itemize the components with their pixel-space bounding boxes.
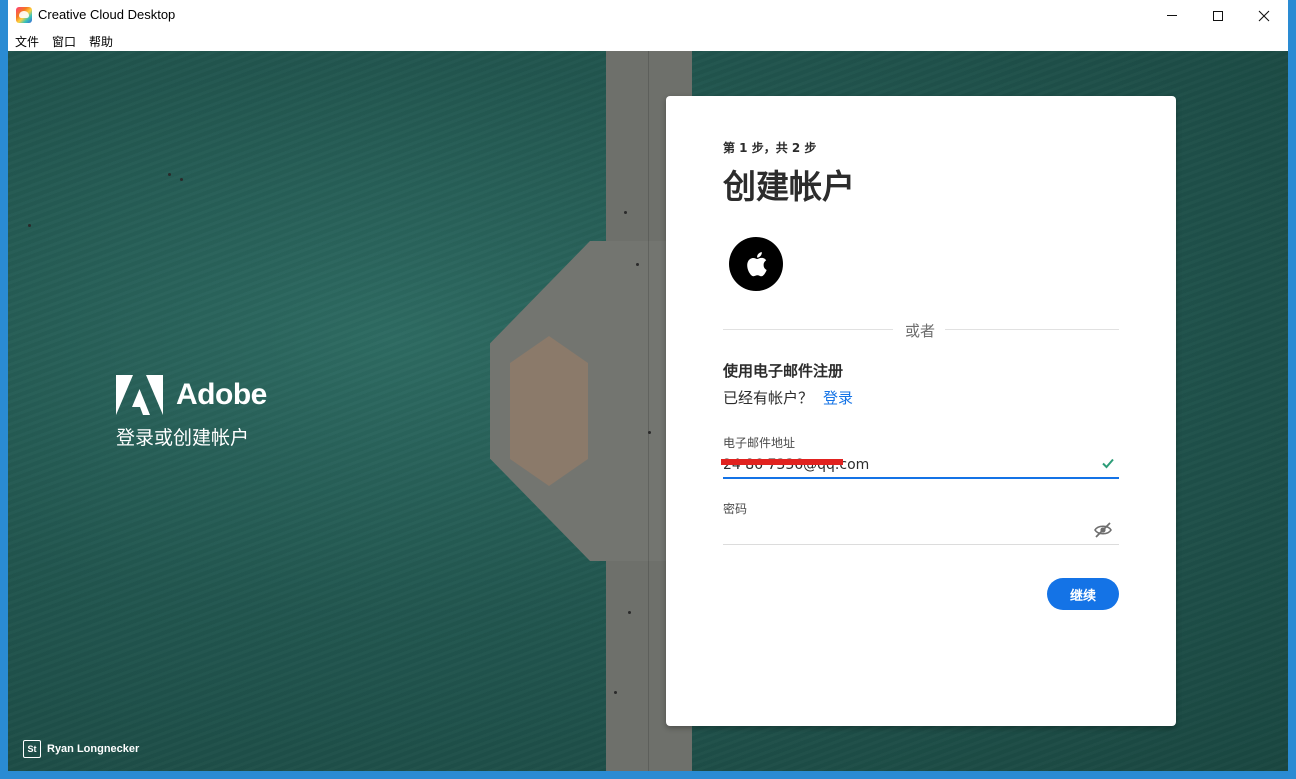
creative-cloud-app-icon — [16, 7, 32, 23]
create-account-card: 第 1 步，共 2 步 创建帐户 或者 使用电子邮件注册 已经有帐户？ 登录 电… — [666, 96, 1176, 726]
apple-icon — [747, 252, 767, 277]
menu-window[interactable]: 窗口 — [52, 33, 76, 50]
menu-bar: 文件 窗口 帮助 — [8, 31, 1288, 51]
swimmer — [28, 224, 31, 227]
photo-credit-name: Ryan Longnecker — [47, 743, 140, 755]
email-field[interactable] — [723, 452, 1119, 479]
person — [628, 611, 631, 614]
minimize-icon — [1167, 15, 1177, 16]
adobe-stock-icon: St — [23, 740, 41, 758]
continue-button[interactable]: 继续 — [1047, 578, 1119, 610]
have-account-text: 已经有帐户？ — [723, 389, 814, 407]
maximize-button[interactable] — [1195, 0, 1241, 31]
adobe-wordmark: Adobe — [176, 378, 267, 411]
person — [648, 431, 651, 434]
checkmark-icon — [1102, 458, 1114, 469]
app-window: Creative Cloud Desktop 文件 窗口 帮助 Adobe 登录… — [0, 0, 1296, 779]
pier-line — [648, 51, 649, 771]
maximize-icon — [1213, 10, 1223, 21]
pier-pavilion — [510, 336, 588, 486]
close-button[interactable] — [1241, 0, 1287, 31]
close-icon — [1258, 10, 1270, 21]
sign-in-link[interactable]: 登录 — [823, 387, 853, 408]
person — [636, 263, 639, 266]
divider-line — [723, 329, 893, 330]
step-indicator: 第 1 步，共 2 步 — [723, 141, 817, 155]
email-signup-heading: 使用电子邮件注册 — [723, 362, 844, 380]
redaction-mark — [721, 459, 843, 465]
swimmer — [168, 173, 171, 176]
email-label: 电子邮件地址 — [723, 436, 796, 450]
photo-credit[interactable]: St Ryan Longnecker — [23, 740, 139, 758]
swimmer — [180, 178, 183, 181]
menu-help[interactable]: 帮助 — [89, 33, 113, 50]
apple-sign-in-button[interactable] — [729, 237, 783, 291]
password-label: 密码 — [723, 502, 748, 516]
password-field[interactable] — [723, 518, 1119, 545]
brand-subtitle: 登录或创建帐户 — [116, 427, 250, 449]
person — [614, 691, 617, 694]
page-title: 创建帐户 — [723, 167, 855, 206]
divider-line — [945, 329, 1119, 330]
person — [624, 211, 627, 214]
adobe-logo-icon — [116, 375, 163, 415]
window-title: Creative Cloud Desktop — [38, 7, 176, 22]
eye-off-icon[interactable] — [1093, 520, 1113, 540]
or-divider: 或者 — [723, 320, 1119, 340]
minimize-button[interactable] — [1149, 0, 1195, 31]
menu-file[interactable]: 文件 — [15, 33, 39, 50]
or-text: 或者 — [905, 322, 936, 340]
title-bar[interactable]: Creative Cloud Desktop — [8, 0, 1288, 31]
